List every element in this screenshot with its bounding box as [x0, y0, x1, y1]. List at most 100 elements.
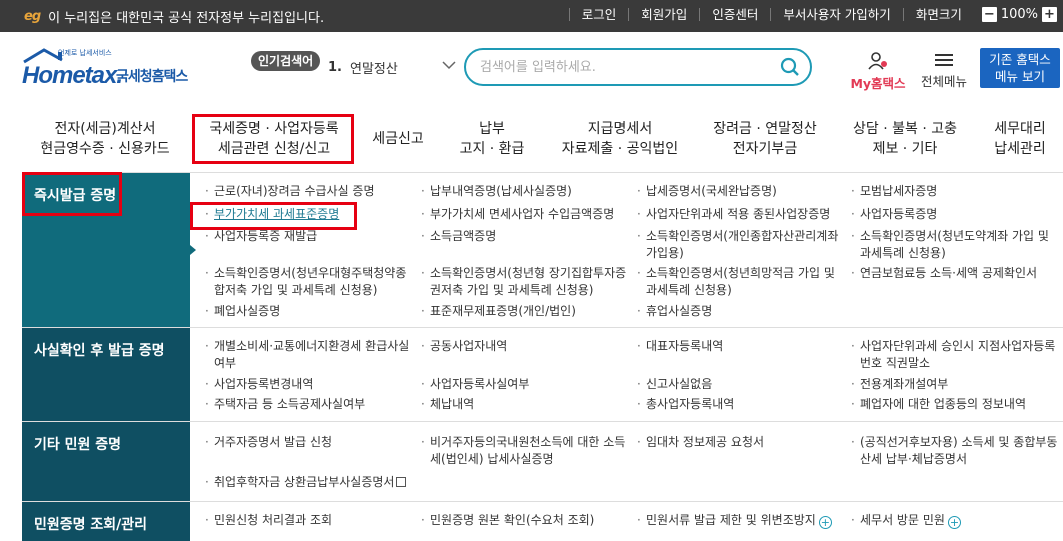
nav-label: 전자(세금)계산서 — [54, 121, 156, 137]
highlight-box — [190, 202, 357, 230]
section-inquiry: 민원증명 조회/관리 민원신청 처리결과 조회 민원증명 원본 확인(수요처 조… — [22, 502, 1063, 541]
nav-label: 납세관리 — [994, 141, 1046, 157]
menu-item[interactable]: 부가가치세 면세사업자 수입금액증명 — [418, 206, 628, 223]
menu-item-label: 세무서 방문 민원 — [860, 513, 945, 527]
zoom-level: 100% — [1000, 7, 1038, 22]
menu-item[interactable]: 납부내역증명(납세사실증명) — [418, 183, 628, 200]
menu-item[interactable]: 대표자등록내역 — [634, 338, 844, 355]
nav-label: 현금영수증 · 신용카드 — [40, 141, 170, 157]
menu-item[interactable]: 임대차 정보제공 요청서 — [634, 434, 844, 451]
nav-label: 장려금 · 연말정산 — [713, 121, 817, 137]
menu-item[interactable]: (공직선거후보자용) 소득세 및 종합부동산세 납부·체납증명서 — [848, 434, 1058, 468]
external-link-icon — [396, 477, 407, 487]
menu-item[interactable]: 납세증명서(국세완납증명) — [634, 183, 844, 200]
menu-item[interactable]: 총사업자등록내역 — [634, 396, 844, 413]
menu-item[interactable]: 표준재무제표증명(개인/법인) — [418, 303, 628, 320]
old-hometax-label-1: 기존 홈택스 — [989, 52, 1051, 67]
login-link[interactable]: 로그인 — [568, 8, 629, 21]
menu-item[interactable]: 소득확인증명서(청년희망적금 가입 및 과세특례 신청용) — [634, 265, 844, 299]
menu-item[interactable]: 휴업사실증명 — [634, 303, 844, 320]
menu-item[interactable]: 전용계좌개설여부 — [848, 376, 1058, 393]
category-inquiry[interactable]: 민원증명 조회/관리 — [22, 502, 190, 541]
highlight-box — [22, 172, 122, 216]
menu-item[interactable]: 사업자단위과세 승인시 지점사업자등록번호 직권말소 — [848, 338, 1058, 372]
nav-consult[interactable]: 상담 · 불복 · 고충 제보 · 기타 — [840, 108, 970, 170]
screen-size-label: 화면크기 — [902, 8, 974, 21]
plus-circle-icon[interactable]: + — [947, 516, 961, 529]
dept-user-signup-link[interactable]: 부서사용자 가입하기 — [770, 8, 902, 21]
menu-item[interactable]: 주택자금 등 소득공제사실여부 — [202, 396, 412, 413]
gov-notice-text: 이 누리집은 대한민국 공식 전자정부 누리집입니다. — [48, 11, 325, 26]
menu-item-expandable[interactable]: 민원서류 발급 제한 및 위변조방지+ — [634, 512, 848, 529]
nav-e-invoice[interactable]: 전자(세금)계산서 현금영수증 · 신용카드 — [30, 108, 180, 170]
menu-item[interactable]: 사업자등록증명 — [848, 206, 1058, 223]
popular-rank: 1. — [328, 59, 342, 75]
certificate-menu-grid: 즉시발급 증명 근로(자녀)장려금 수급사실 증명 납부내역증명(납세사실증명)… — [22, 172, 1063, 541]
nav-label: 납부 — [479, 121, 505, 137]
signup-link[interactable]: 회원가입 — [628, 8, 699, 21]
menu-item[interactable]: 사업자등록증 재발급 — [202, 228, 412, 245]
my-hometax-label: My홈택스 — [850, 76, 906, 91]
nav-label: 세금신고 — [372, 131, 424, 147]
zoom-in-button[interactable]: + — [1042, 7, 1057, 22]
old-hometax-button[interactable]: 기존 홈택스 메뉴 보기 — [980, 48, 1060, 88]
nav-label: 제보 · 기타 — [872, 141, 938, 157]
menu-item[interactable]: 거주자증명서 발급 신청 — [202, 434, 412, 451]
menu-item[interactable]: 사업자등록변경내역 — [202, 376, 412, 393]
menu-item[interactable]: 신고사실없음 — [634, 376, 844, 393]
nav-label: 상담 · 불복 · 고충 — [853, 121, 957, 137]
category-fact[interactable]: 사실확인 후 발급 증명 — [22, 328, 190, 421]
menu-item[interactable]: 모범납세자증명 — [848, 183, 1058, 200]
plus-circle-icon[interactable]: + — [818, 516, 832, 529]
menu-item[interactable]: 소득금액증명 — [418, 228, 628, 245]
menu-item[interactable]: 비거주자등의국내원천소득에 대한 소득세(법인세) 납세사실증명 — [418, 434, 628, 468]
highlight-box — [192, 114, 354, 164]
nav-payment-statement[interactable]: 지급명세서 자료제출 · 공익법인 — [548, 108, 692, 170]
gov-banner: eg 이 누리집은 대한민국 공식 전자정부 누리집입니다. 로그인 회원가입 … — [0, 0, 1063, 32]
hometax-logo[interactable]: 언제로 납세서비스 Hometax. 국세청홈택스 — [22, 46, 202, 90]
all-menu-button[interactable]: 전체메뉴 — [916, 52, 972, 90]
search-input[interactable] — [480, 57, 770, 77]
menu-item[interactable]: 사업자등록사실여부 — [418, 376, 628, 393]
all-menu-label: 전체메뉴 — [920, 74, 967, 89]
menu-item-label: 민원서류 발급 제한 및 위변조방지 — [646, 513, 816, 527]
menu-item[interactable]: 폐업자에 대한 업종등의 정보내역 — [848, 396, 1058, 413]
nav-incentive[interactable]: 장려금 · 연말정산 전자기부금 — [702, 108, 828, 170]
nav-tax-report[interactable]: 세금신고 — [360, 108, 436, 170]
menu-item-expandable[interactable]: 세무서 방문 민원+ — [848, 512, 1058, 529]
logo-tagline: 언제로 납세서비스 — [58, 49, 112, 57]
menu-item[interactable]: 공동사업자내역 — [418, 338, 628, 355]
menu-item[interactable]: 민원신청 처리결과 조회 — [202, 512, 412, 529]
logo-korean: 국세청홈택스 — [116, 69, 188, 85]
nav-label: 고지 · 환급 — [459, 141, 525, 157]
my-hometax-button[interactable]: My홈택스 — [848, 52, 908, 92]
old-hometax-label-2: 메뉴 보기 — [995, 69, 1045, 84]
section-instant: 즉시발급 증명 근로(자녀)장려금 수급사실 증명 납부내역증명(납세사실증명)… — [22, 173, 1063, 328]
menu-item[interactable]: 연금보험료등 소득·세액 공제확인서 — [848, 265, 1058, 282]
category-etc[interactable]: 기타 민원 증명 — [22, 422, 190, 501]
utility-links: 로그인 회원가입 인증센터 부서사용자 가입하기 화면크기 − 100% + — [568, 7, 1057, 22]
menu-item[interactable]: 사업자단위과세 적용 종된사업장증명 — [634, 206, 844, 223]
nav-tax-agent[interactable]: 세무대리 납세관리 — [980, 108, 1060, 170]
menu-item-external[interactable]: 취업후학자금 상환금납부사실증명서 — [202, 474, 432, 491]
user-icon — [868, 52, 887, 70]
search-icon[interactable] — [780, 57, 800, 77]
zoom-out-button[interactable]: − — [981, 7, 997, 22]
menu-item[interactable]: 소득확인증명서(청년도약계좌 가입 및 과세특례 신청용) — [848, 228, 1058, 262]
menu-item[interactable]: 소득확인증명서(개인종합자산관리계좌 가입용) — [634, 228, 844, 262]
egov-logo-icon: eg — [24, 9, 41, 24]
menu-item[interactable]: 소득확인증명서(청년우대형주택청약종합저축 가입 및 과세특례 신청용) — [202, 265, 412, 299]
zoom-control: − 100% + — [974, 7, 1057, 22]
menu-item[interactable]: 소득확인증명서(청년형 장기집합투자증권저축 가입 및 과세특례 신청용) — [418, 265, 628, 299]
popular-search-dropdown[interactable]: 1. 연말정산 — [320, 52, 460, 82]
menu-item[interactable]: 민원증명 원본 확인(수요처 조회) — [418, 512, 628, 529]
main-navigation: 전자(세금)계산서 현금영수증 · 신용카드 국세증명 · 사업자등록 세금관련… — [0, 108, 1063, 170]
menu-item[interactable]: 체납내역 — [418, 396, 628, 413]
menu-item[interactable]: 개별소비세·교통에너지환경세 환급사실여부 — [202, 338, 412, 372]
cert-center-link[interactable]: 인증센터 — [699, 8, 770, 21]
menu-item[interactable]: 근로(자녀)장려금 수급사실 증명 — [202, 183, 412, 200]
nav-payment[interactable]: 납부 고지 · 환급 — [446, 108, 538, 170]
menu-item[interactable]: 폐업사실증명 — [202, 303, 412, 320]
menu-item-label: 취업후학자금 상환금납부사실증명서 — [214, 475, 395, 489]
hamburger-icon — [935, 54, 953, 66]
